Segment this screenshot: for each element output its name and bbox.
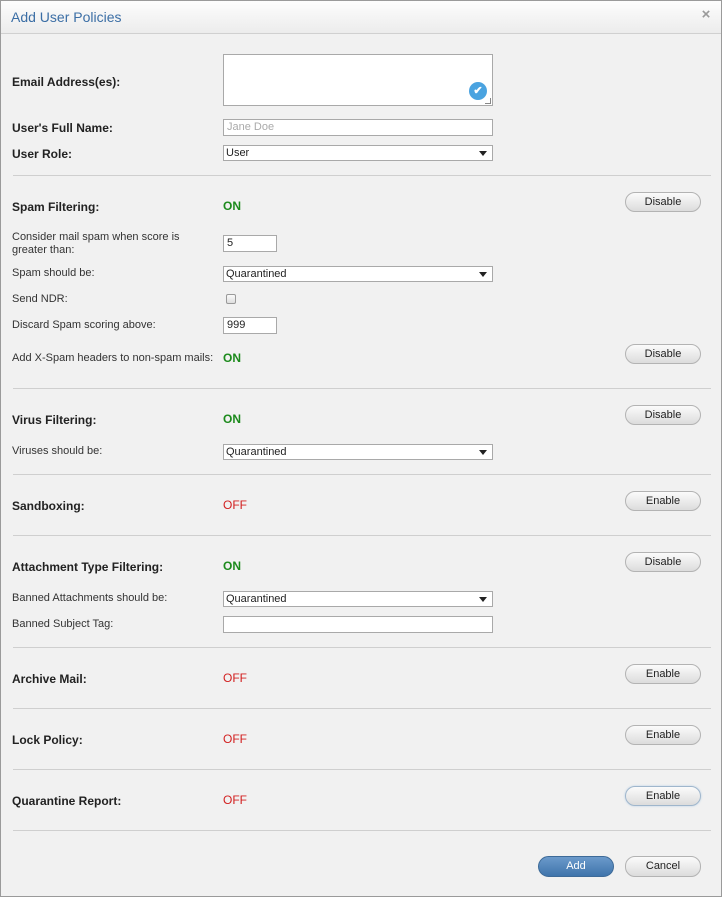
divider	[13, 474, 711, 475]
lock-policy-enable-button[interactable]: Enable	[625, 725, 701, 745]
banned-attachments-value: Quarantined	[226, 593, 287, 605]
spam-filtering-status: ON	[223, 199, 241, 213]
banned-subject-tag-input[interactable]	[223, 616, 493, 633]
divider	[13, 175, 711, 176]
chevron-down-icon	[479, 450, 487, 455]
add-button[interactable]: Add	[538, 856, 614, 877]
archive-mail-label: Archive Mail:	[12, 672, 87, 686]
quarantine-report-status: OFF	[223, 793, 247, 807]
banned-subject-tag-label: Banned Subject Tag:	[12, 618, 114, 630]
lock-policy-label: Lock Policy:	[12, 733, 83, 747]
xspam-headers-status: ON	[223, 351, 241, 365]
lock-policy-status: OFF	[223, 732, 247, 746]
banned-attachments-label: Banned Attachments should be:	[12, 592, 168, 604]
role-value: User	[226, 147, 250, 159]
close-icon[interactable]: ×	[699, 7, 713, 23]
sandboxing-label: Sandboxing:	[12, 499, 85, 513]
email-addresses-field[interactable]: ✔	[223, 54, 493, 106]
spam-score-input[interactable]: 5	[223, 235, 277, 252]
divider	[13, 535, 711, 536]
discard-spam-input[interactable]: 999	[223, 317, 277, 334]
divider	[13, 830, 711, 831]
send-ndr-label: Send NDR:	[12, 293, 68, 305]
archive-mail-status: OFF	[223, 671, 247, 685]
spam-score-label: Consider mail spam when score is greater…	[12, 231, 180, 256]
chevron-down-icon	[479, 272, 487, 277]
virus-filtering-disable-button[interactable]: Disable	[625, 405, 701, 425]
virus-action-label: Viruses should be:	[12, 445, 103, 457]
send-ndr-checkbox[interactable]	[226, 294, 236, 304]
add-user-policies-dialog: Add User Policies × Email Address(es): ✔…	[0, 0, 722, 897]
fullname-input[interactable]: Jane Doe	[223, 119, 493, 136]
email-label: Email Address(es):	[12, 75, 121, 89]
divider	[13, 388, 711, 389]
xspam-headers-label: Add X-Spam headers to non-spam mails:	[12, 352, 214, 364]
attachment-filtering-label: Attachment Type Filtering:	[12, 560, 164, 574]
role-label: User Role:	[12, 147, 73, 161]
attachment-filtering-disable-button[interactable]: Disable	[625, 552, 701, 572]
discard-spam-label: Discard Spam scoring above:	[12, 319, 156, 331]
virus-filtering-label: Virus Filtering:	[12, 413, 97, 427]
role-select[interactable]: User	[223, 145, 493, 161]
sandboxing-enable-button[interactable]: Enable	[625, 491, 701, 511]
chevron-down-icon	[479, 151, 487, 156]
divider	[13, 769, 711, 770]
archive-mail-enable-button[interactable]: Enable	[625, 664, 701, 684]
attachment-filtering-status: ON	[223, 559, 241, 573]
sandboxing-status: OFF	[223, 498, 247, 512]
quarantine-report-label: Quarantine Report:	[12, 794, 122, 808]
cancel-button[interactable]: Cancel	[625, 856, 701, 877]
chevron-down-icon	[479, 597, 487, 602]
spam-filtering-disable-button[interactable]: Disable	[625, 192, 701, 212]
divider	[13, 647, 711, 648]
resize-handle[interactable]	[485, 98, 491, 104]
quarantine-report-enable-button[interactable]: Enable	[625, 786, 701, 806]
spam-action-value: Quarantined	[226, 268, 287, 280]
virus-action-select[interactable]: Quarantined	[223, 444, 493, 460]
dialog-title: Add User Policies	[11, 9, 122, 25]
virus-action-value: Quarantined	[226, 446, 287, 458]
dialog-titlebar[interactable]: Add User Policies ×	[1, 1, 721, 34]
divider	[13, 708, 711, 709]
fullname-label: User's Full Name:	[12, 121, 113, 135]
xspam-headers-disable-button[interactable]: Disable	[625, 344, 701, 364]
spam-action-label: Spam should be:	[12, 267, 95, 279]
banned-attachments-select[interactable]: Quarantined	[223, 591, 493, 607]
fullname-placeholder: Jane Doe	[227, 121, 275, 133]
spam-filtering-label: Spam Filtering:	[12, 200, 100, 214]
virus-filtering-status: ON	[223, 412, 241, 426]
spam-action-select[interactable]: Quarantined	[223, 266, 493, 282]
